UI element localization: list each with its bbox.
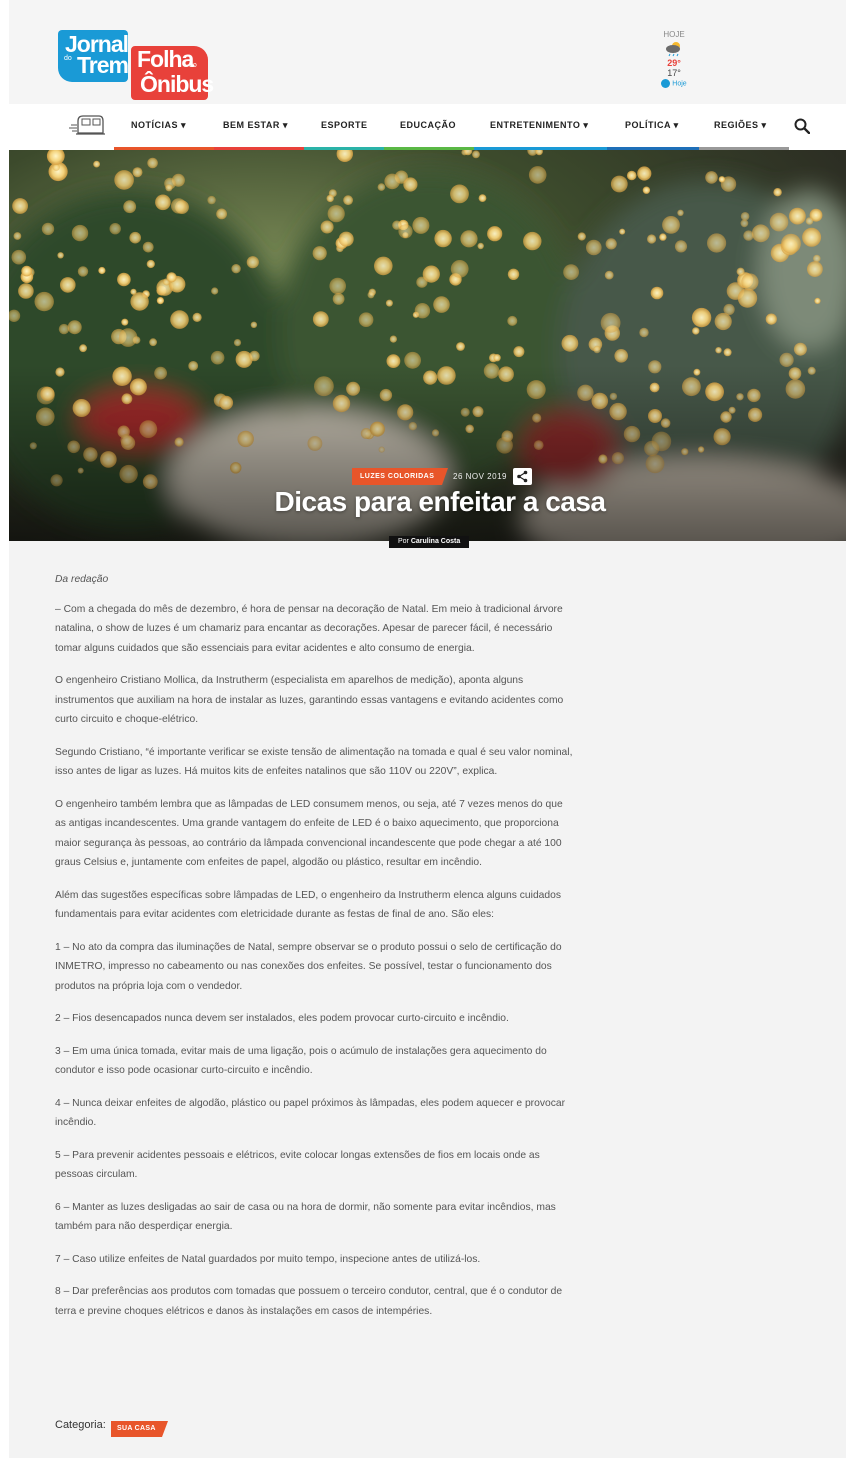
article-paragraph: O engenheiro também lembra que as lâmpad… — [55, 798, 563, 869]
cloud-rain-icon — [666, 42, 680, 57]
search-icon[interactable] — [794, 118, 810, 134]
weather-brand-icon — [661, 79, 671, 88]
logo-folha-small: do — [189, 62, 197, 69]
article-paragraph: O engenheiro Cristiano Mollica, da Instr… — [55, 675, 564, 725]
article-paragraph: – Com a chegada do mês de dezembro, é ho… — [55, 603, 563, 654]
logo-folha-line2: Ônibus — [140, 71, 214, 97]
article-paragraph: 1 – No ato da compra das iluminações de … — [55, 941, 562, 992]
weather-day-label: HOJE — [663, 30, 685, 39]
weather-max-temp: 29° — [667, 58, 681, 68]
article-paragraph: 6 – Manter as luzes desligadas ao sair d… — [55, 1201, 556, 1233]
bus-icon[interactable] — [69, 113, 105, 137]
category-label: Categoria: — [55, 1419, 106, 1431]
article-paragraph: 4 – Nunca deixar enfeites de algodão, pl… — [55, 1097, 566, 1129]
weather-min-temp: 17° — [667, 68, 681, 78]
article-title: Dicas para enfeitar a casa — [274, 486, 606, 517]
article-lead: Da redação — [55, 574, 109, 585]
article-date: 26 NOV 2019 — [453, 472, 507, 481]
byline-prefix: Por — [398, 538, 411, 545]
article-body: Da redação – Com a chegada do mês de dez… — [55, 570, 575, 1334]
site-header: Jornal do Trem Folha do Ônibus HOJE 29° … — [9, 0, 846, 104]
nav-item-esporte[interactable]: ESPORTE — [321, 120, 368, 130]
main-nav: NOTÍCIAS ▾ BEM ESTAR ▾ ESPORTE EDUCAÇÃO … — [9, 104, 846, 151]
category-tag[interactable]: SUA CASA — [111, 1421, 168, 1437]
nav-item-bem-estar[interactable]: BEM ESTAR ▾ — [223, 120, 288, 131]
nav-item-entretenimento[interactable]: ENTRETENIMENTO ▾ — [490, 120, 588, 131]
article-paragraph: Além das sugestões específicas sobre lâm… — [55, 889, 561, 921]
article-paragraph: 5 – Para prevenir acidentes pessoais e e… — [55, 1149, 540, 1181]
nav-item-politica[interactable]: POLÍTICA ▾ — [625, 120, 679, 131]
article-paragraph: 2 – Fios desencapados nunca devem ser in… — [55, 1013, 509, 1024]
article-byline: Por Carulina Costa — [389, 536, 470, 548]
logo-jornal-small: do — [64, 55, 72, 62]
logo-jornal-line2: Trem — [77, 52, 129, 78]
nav-item-educacao[interactable]: EDUCAÇÃO — [400, 120, 456, 130]
share-button[interactable] — [513, 468, 532, 485]
logo-folha-line1: Folha — [137, 46, 194, 72]
article-tag[interactable]: LUZES COLORIDAS — [352, 468, 449, 485]
logo-jornal-do-trem[interactable]: Jornal do Trem — [58, 30, 129, 82]
weather-brand-label: Hoje — [672, 80, 687, 88]
nav-item-regioes[interactable]: REGIÕES ▾ — [714, 120, 767, 131]
article-paragraph: 7 – Caso utilize enfeites de Natal guard… — [55, 1253, 481, 1265]
nav-item-noticias[interactable]: NOTÍCIAS ▾ — [131, 120, 186, 131]
logo-folha-do-onibus[interactable]: Folha do Ônibus — [131, 46, 214, 100]
article-paragraph: 8 – Dar preferências aos produtos com to… — [55, 1286, 563, 1317]
share-icon — [517, 470, 528, 483]
weather-brand: Hoje — [651, 79, 697, 88]
article-paragraph: 3 – Em uma única tomada, evitar mais de … — [55, 1045, 547, 1077]
weather-widget[interactable]: HOJE 29° 17° Hoje — [651, 30, 697, 88]
byline-author[interactable]: Carulina Costa — [411, 538, 460, 545]
page: Jornal do Trem Folha do Ônibus HOJE 29° … — [9, 0, 846, 1458]
article-paragraph: Segundo Cristiano, “é importante verific… — [55, 746, 573, 778]
